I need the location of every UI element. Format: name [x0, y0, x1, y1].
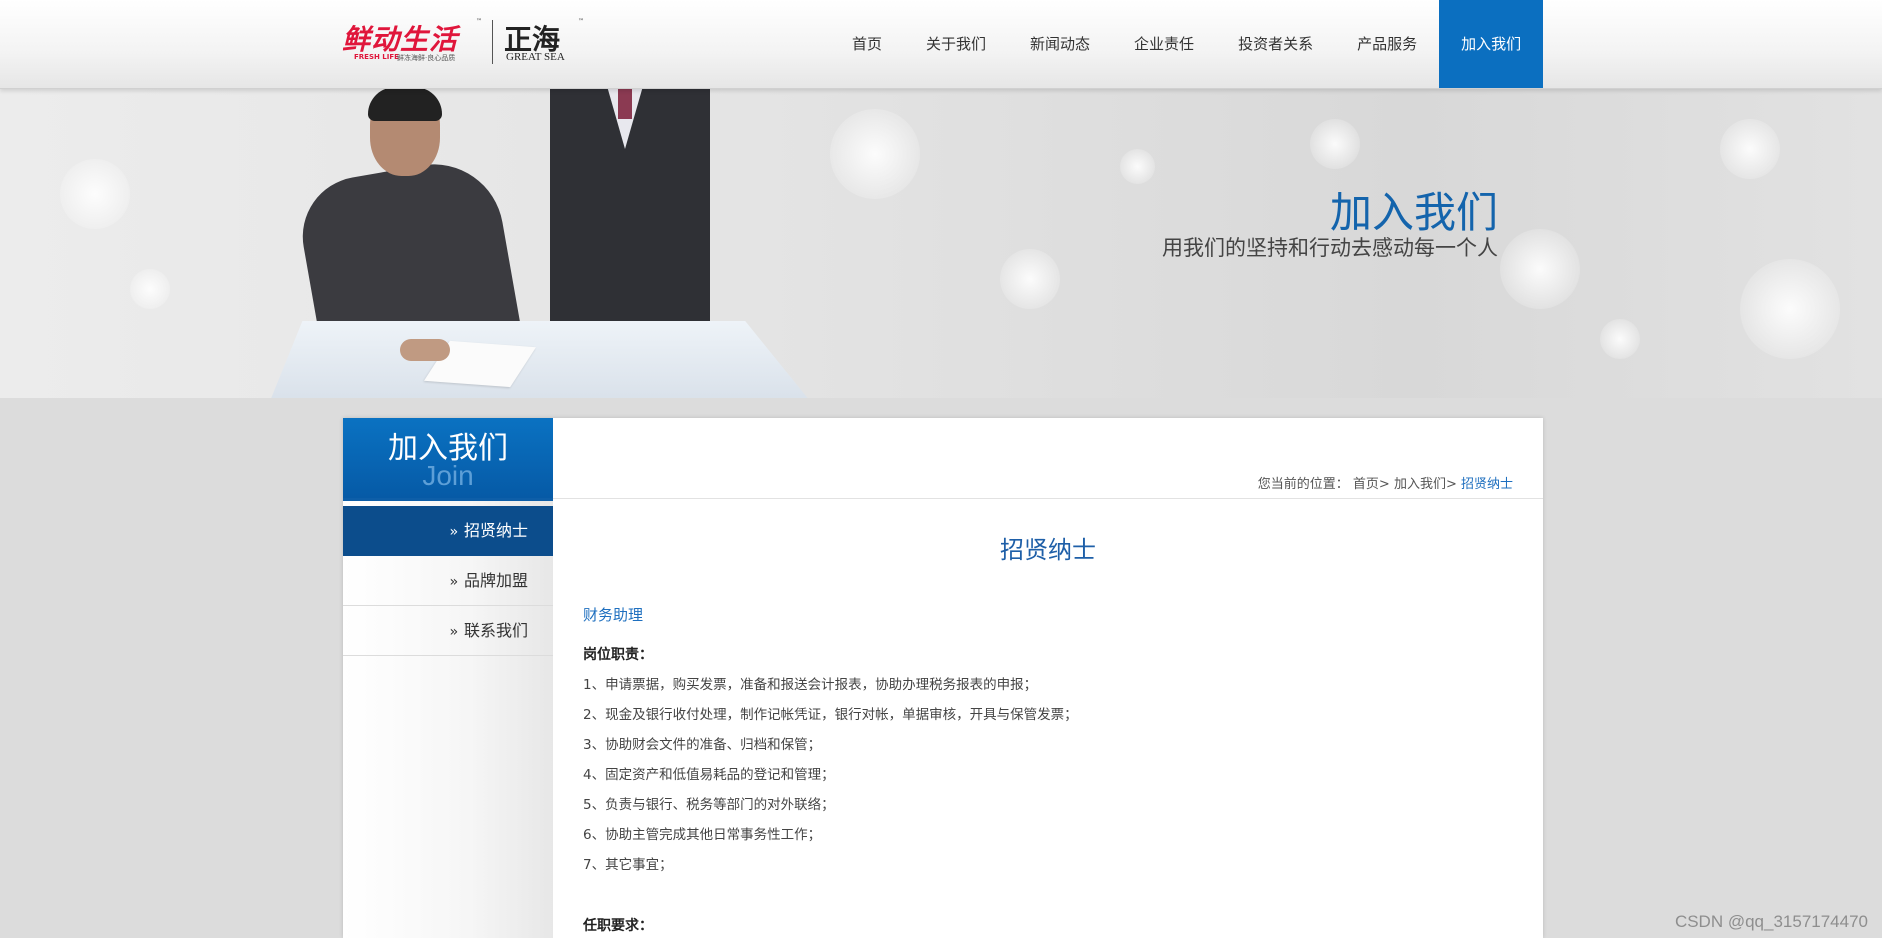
sidebar-item-franchise[interactable]: » 品牌加盟: [343, 556, 553, 606]
bokeh-light: [1500, 229, 1580, 309]
list-item: 5、负责与银行、税务等部门的对外联络；: [583, 797, 835, 813]
nav-item-investors[interactable]: 投资者关系: [1216, 0, 1335, 88]
breadcrumb: 您当前的位置： 首页> 加入我们> 招贤纳士: [1258, 473, 1513, 492]
nav-item-news[interactable]: 新闻动态: [1008, 0, 1112, 88]
duties-heading: 岗位职责：: [583, 647, 653, 663]
sidebar-header: 加入我们 Join: [343, 418, 553, 501]
chevron-right-icon: »: [449, 574, 458, 590]
breadcrumb-current[interactable]: 招贤纳士: [1461, 477, 1513, 492]
list-item: 2、现金及银行收付处理，制作记帐凭证，银行对帐，单据审核，开具与保管发票；: [583, 707, 1078, 723]
nav-item-join-us[interactable]: 加入我们: [1439, 0, 1544, 88]
sidebar-menu: » 招贤纳士 » 品牌加盟 » 联系我们: [343, 506, 553, 656]
sidebar-item-label: 联系我们: [463, 621, 528, 640]
main-nav: 首页 关于我们 新闻动态 企业责任 投资者关系 产品服务 加入我们: [830, 0, 1544, 88]
main-panel: 加入我们 Join » 招贤纳士 » 品牌加盟 » 联系我们 您当前的位置： 首页> …: [343, 418, 1543, 938]
logo-tagline: 鲜冻海鲜·良心品质: [397, 54, 456, 62]
bokeh-light: [1000, 249, 1060, 309]
desk: [270, 321, 810, 398]
list-item: 6、协助主管完成其他日常事务性工作；: [583, 827, 822, 843]
sidebar-item-label: 招贤纳士: [463, 521, 528, 540]
bokeh-light: [1600, 319, 1640, 359]
hero-banner: 加入我们 用我们的坚持和行动去感动每一个人: [0, 89, 1882, 398]
chevron-right-icon: »: [449, 624, 458, 640]
fresh-life-logo[interactable]: 鲜动生活 ™ FRESH LIFE 鲜冻海鲜·良心品质: [342, 18, 482, 66]
bokeh-light: [1740, 259, 1840, 359]
bokeh-light: [830, 109, 920, 199]
breadcrumb-bar: 您当前的位置： 首页> 加入我们> 招贤纳士: [553, 418, 1543, 499]
breadcrumb-home-link[interactable]: 首页>: [1353, 477, 1390, 492]
nav-item-about[interactable]: 关于我们: [904, 0, 1008, 88]
page-title: 招贤纳士: [1000, 536, 1096, 564]
business-people-photo: [270, 89, 810, 398]
standing-man-tie: [618, 89, 632, 119]
duties-list: 1、申请票据，购买发票，准备和报送会计报表，协助办理税务报表的申报； 2、现金及…: [583, 670, 1078, 880]
logo-brand-cn: 鲜动生活: [342, 23, 459, 56]
list-item: 7、其它事宜；: [583, 857, 673, 873]
sidebar-item-contact[interactable]: » 联系我们: [343, 606, 553, 656]
watermark: CSDN @qq_3157174470: [1674, 912, 1868, 931]
job-title-link[interactable]: 财务助理: [583, 604, 643, 625]
list-item: 1、申请票据，购买发票，准备和报送会计报表，协助办理税务报表的申报；: [583, 677, 1038, 693]
bokeh-light: [1120, 149, 1155, 184]
great-sea-logo[interactable]: 正海 ™ GREAT SEA: [504, 18, 584, 66]
logo-partner-en: GREAT SEA: [506, 51, 565, 63]
sidebar: 加入我们 Join » 招贤纳士 » 品牌加盟 » 联系我们: [343, 418, 553, 938]
sidebar-item-recruitment[interactable]: » 招贤纳士: [343, 506, 553, 556]
bokeh-light: [60, 159, 130, 229]
sidebar-item-label: 品牌加盟: [463, 571, 528, 590]
signing-man-hair: [368, 89, 442, 121]
chevron-right-icon: »: [449, 524, 458, 540]
nav-item-products[interactable]: 产品服务: [1335, 0, 1439, 88]
nav-item-responsibility[interactable]: 企业责任: [1112, 0, 1216, 88]
breadcrumb-section-link[interactable]: 加入我们>: [1394, 477, 1457, 492]
list-item: 3、协助财会文件的准备、归档和保管；: [583, 737, 822, 753]
nav-item-home[interactable]: 首页: [830, 0, 904, 88]
trademark-symbol: ™: [578, 18, 584, 25]
banner-subtitle: 用我们的坚持和行动去感动每一个人: [1162, 236, 1498, 260]
site-header: 鲜动生活 ™ FRESH LIFE 鲜冻海鲜·良心品质 正海 ™ GREAT S…: [0, 0, 1882, 89]
banner-title: 加入我们: [1329, 188, 1498, 237]
trademark-symbol: ™: [476, 18, 482, 25]
logo-brand-en: FRESH LIFE: [354, 53, 399, 61]
sidebar-title-en: Join: [422, 460, 474, 491]
logo-divider: [492, 20, 493, 64]
content-area: 您当前的位置： 首页> 加入我们> 招贤纳士 招贤纳士 财务助理 岗位职责： 1…: [553, 418, 1543, 938]
list-item: 4、固定资产和低值易耗品的登记和管理；: [583, 767, 835, 783]
bokeh-light: [130, 269, 170, 309]
bokeh-light: [1310, 119, 1360, 169]
breadcrumb-prefix: 您当前的位置：: [1257, 477, 1349, 492]
bokeh-light: [1720, 119, 1780, 179]
requirements-heading: 任职要求：: [583, 918, 653, 934]
signing-hand: [400, 339, 450, 361]
